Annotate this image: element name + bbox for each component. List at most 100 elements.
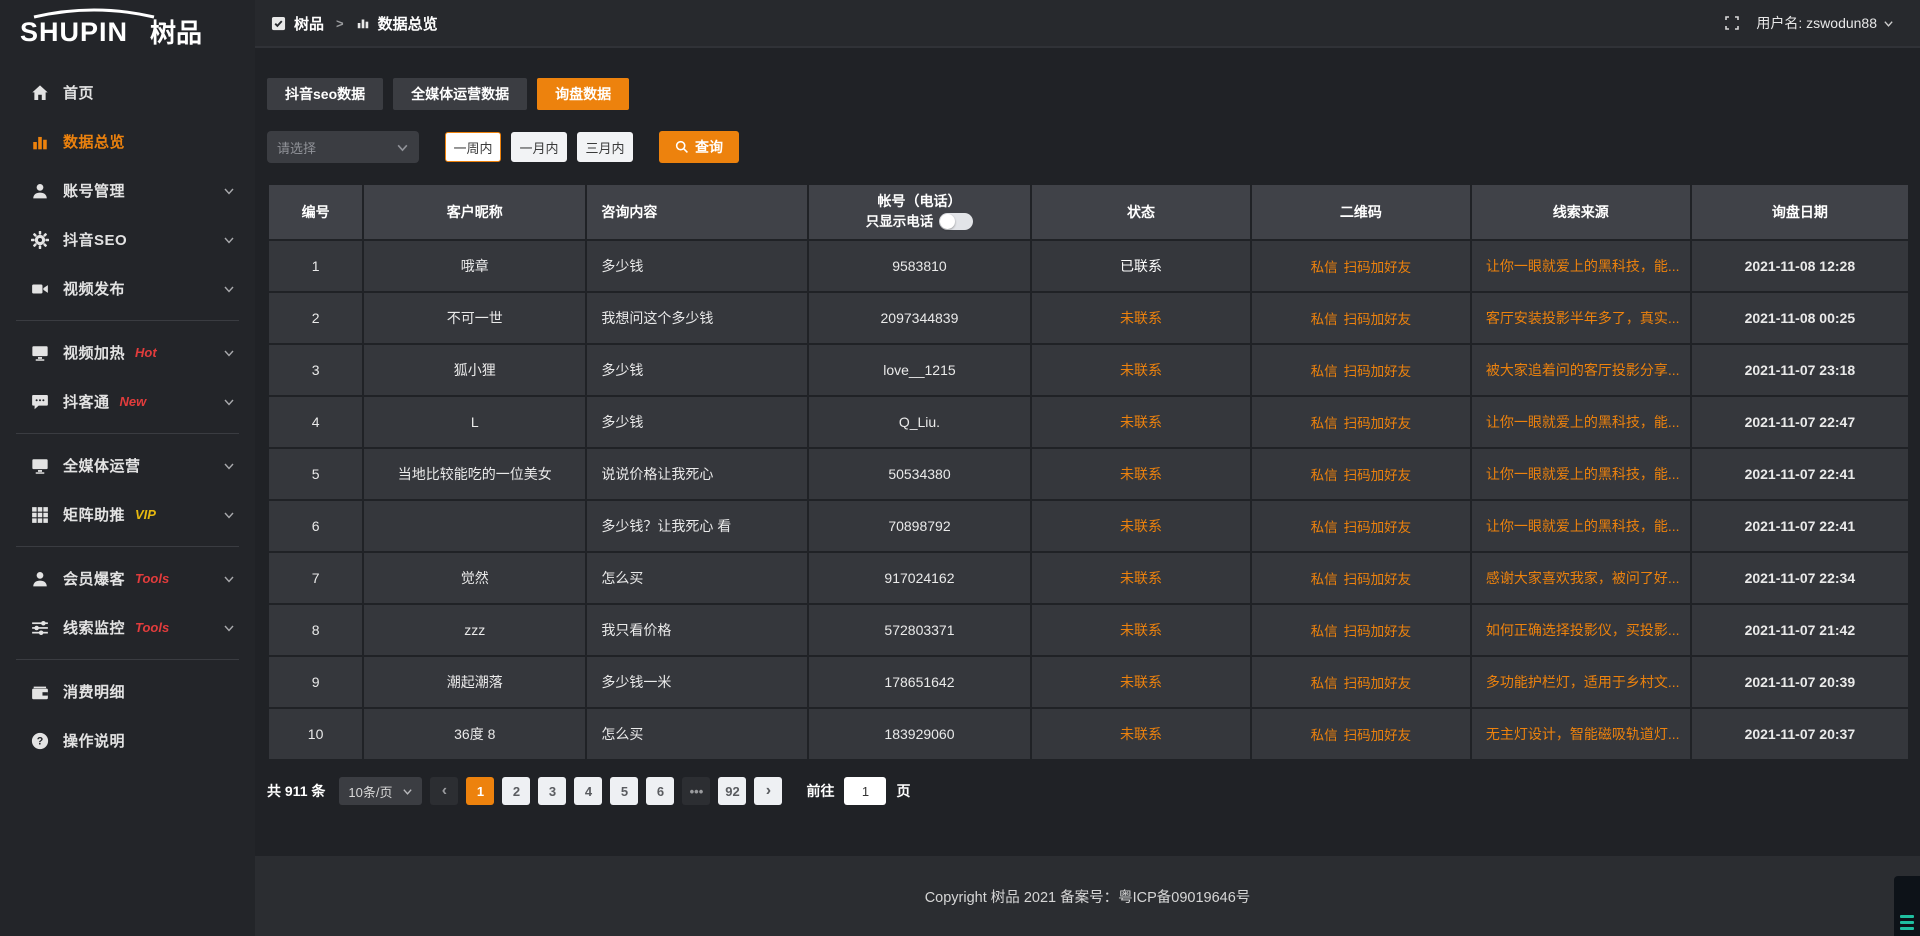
- table-header-row: 编号客户昵称咨询内容帐号（电话）只显示电话状态二维码线索来源询盘日期: [268, 184, 1909, 240]
- sidebar-item-account-management[interactable]: 账号管理: [0, 166, 255, 215]
- private-message-link[interactable]: 私信: [1311, 572, 1338, 587]
- sidebar-item-member-baoke[interactable]: 会员爆客Tools: [0, 554, 255, 603]
- page-button-5[interactable]: 5: [610, 777, 638, 805]
- clue-source-link[interactable]: 让你一眼就爱上的黑科技，能...: [1471, 240, 1691, 292]
- status-badge: 未联系: [1120, 518, 1162, 534]
- chevron-down-icon: [223, 509, 235, 521]
- next-page-button[interactable]: ›: [754, 777, 782, 805]
- row-number: 1: [268, 240, 363, 292]
- grid-icon: [30, 505, 49, 524]
- question-icon: ?: [30, 731, 49, 750]
- page-button-3[interactable]: 3: [538, 777, 566, 805]
- chat-widget[interactable]: [1894, 876, 1920, 936]
- chevron-down-icon: [223, 347, 235, 359]
- page-button-92[interactable]: 92: [718, 777, 746, 805]
- page-button-6[interactable]: 6: [646, 777, 674, 805]
- private-message-link[interactable]: 私信: [1311, 364, 1338, 379]
- inquiry-date: 2021-11-07 22:41: [1691, 500, 1909, 552]
- range-button-one-month[interactable]: 一月内: [511, 132, 567, 162]
- row-number: 8: [268, 604, 363, 656]
- breadcrumb-separator: >: [336, 16, 344, 31]
- status-cell: 未联系: [1031, 292, 1251, 344]
- private-message-link[interactable]: 私信: [1311, 728, 1338, 743]
- scan-add-friend-link[interactable]: 扫码加好友: [1344, 312, 1412, 327]
- customer-nickname: zzz: [363, 604, 586, 656]
- wallet-icon: [30, 682, 49, 701]
- filter-select[interactable]: 请选择: [267, 131, 419, 163]
- page-button-4[interactable]: 4: [574, 777, 602, 805]
- user2-icon: [30, 569, 49, 588]
- sidebar-item-clue-monitor[interactable]: 线索监控Tools: [0, 603, 255, 652]
- scan-add-friend-link[interactable]: 扫码加好友: [1344, 520, 1412, 535]
- private-message-link[interactable]: 私信: [1311, 676, 1338, 691]
- private-message-link[interactable]: 私信: [1311, 312, 1338, 327]
- goto-suffix: 页: [896, 781, 910, 801]
- chart-icon: [30, 132, 49, 151]
- tab-inquiry-data[interactable]: 询盘数据: [537, 78, 629, 110]
- customer-nickname: [363, 500, 586, 552]
- table-row: 5当地比较能吃的一位美女说说价格让我死心50534380未联系私信扫码加好友让你…: [268, 448, 1909, 500]
- badge-hot: Hot: [135, 345, 157, 360]
- clue-source-link[interactable]: 让你一眼就爱上的黑科技，能...: [1471, 448, 1691, 500]
- sidebar-item-douyin-seo[interactable]: 抖音SEO: [0, 215, 255, 264]
- sidebar: SHUPIN 树品 首页数据总览账号管理抖音SEO视频发布视频加热Hot抖客通N…: [0, 0, 255, 936]
- sidebar-item-media-operation[interactable]: 全媒体运营: [0, 441, 255, 490]
- sidebar-item-home[interactable]: 首页: [0, 68, 255, 117]
- sidebar-item-matrix-boost[interactable]: 矩阵助推VIP: [0, 490, 255, 539]
- customer-nickname: 潮起潮落: [363, 656, 586, 708]
- user-icon: [30, 181, 49, 200]
- sidebar-divider: [16, 546, 239, 547]
- goto-page-input[interactable]: [844, 777, 886, 805]
- scan-add-friend-link[interactable]: 扫码加好友: [1344, 468, 1412, 483]
- sidebar-item-video-publish[interactable]: 视频发布: [0, 264, 255, 313]
- scan-add-friend-link[interactable]: 扫码加好友: [1344, 728, 1412, 743]
- scan-add-friend-link[interactable]: 扫码加好友: [1344, 260, 1412, 275]
- tab-media-operation-data[interactable]: 全媒体运营数据: [393, 78, 527, 110]
- clue-source-link[interactable]: 让你一眼就爱上的黑科技，能...: [1471, 396, 1691, 448]
- private-message-link[interactable]: 私信: [1311, 260, 1338, 275]
- clue-source-link[interactable]: 让你一眼就爱上的黑科技，能...: [1471, 500, 1691, 552]
- tab-douyin-seo-data[interactable]: 抖音seo数据: [267, 78, 383, 110]
- sidebar-item-operation-guide[interactable]: ?操作说明: [0, 716, 255, 765]
- private-message-link[interactable]: 私信: [1311, 624, 1338, 639]
- fullscreen-icon[interactable]: [1724, 15, 1740, 31]
- range-button-three-month[interactable]: 三月内: [577, 132, 633, 162]
- range-button-one-week[interactable]: 一周内: [445, 132, 501, 162]
- clue-source-link[interactable]: 被大家追着问的客厅投影分享...: [1471, 344, 1691, 396]
- status-badge: 未联系: [1120, 362, 1162, 378]
- scan-add-friend-link[interactable]: 扫码加好友: [1344, 676, 1412, 691]
- app-root-icon: [271, 16, 286, 31]
- scan-add-friend-link[interactable]: 扫码加好友: [1344, 624, 1412, 639]
- sidebar-item-douketong[interactable]: 抖客通New: [0, 377, 255, 426]
- page-buttons: ‹ 123456 ••• 92 ›: [422, 777, 782, 805]
- clue-source-link[interactable]: 感谢大家喜欢我家，被问了好...: [1471, 552, 1691, 604]
- page-button-1[interactable]: 1: [466, 777, 494, 805]
- account-phone: 70898792: [808, 500, 1031, 552]
- user-menu[interactable]: 用户名: zswodun88: [1756, 13, 1894, 33]
- clue-source-link[interactable]: 多功能护栏灯，适用于乡村文...: [1471, 656, 1691, 708]
- private-message-link[interactable]: 私信: [1311, 520, 1338, 535]
- sidebar-divider: [16, 659, 239, 660]
- private-message-link[interactable]: 私信: [1311, 468, 1338, 483]
- prev-page-button[interactable]: ‹: [430, 777, 458, 805]
- clue-source-link[interactable]: 如何正确选择投影仪，买投影...: [1471, 604, 1691, 656]
- bar-chart-icon: [356, 16, 370, 30]
- scan-add-friend-link[interactable]: 扫码加好友: [1344, 416, 1412, 431]
- sidebar-item-consumption-detail[interactable]: 消费明细: [0, 667, 255, 716]
- inquiry-content: 多少钱: [586, 240, 808, 292]
- clue-source-link[interactable]: 无主灯设计，智能磁吸轨道灯...: [1471, 708, 1691, 760]
- scan-add-friend-link[interactable]: 扫码加好友: [1344, 572, 1412, 587]
- page-button-2[interactable]: 2: [502, 777, 530, 805]
- inquiry-date: 2021-11-08 00:25: [1691, 292, 1909, 344]
- scan-add-friend-link[interactable]: 扫码加好友: [1344, 364, 1412, 379]
- page-size-select[interactable]: 10条/页: [339, 777, 422, 805]
- private-message-link[interactable]: 私信: [1311, 416, 1338, 431]
- sidebar-item-video-heat[interactable]: 视频加热Hot: [0, 328, 255, 377]
- page-ellipsis[interactable]: •••: [682, 777, 710, 805]
- sidebar-item-data-overview[interactable]: 数据总览: [0, 117, 255, 166]
- query-button[interactable]: 查询: [659, 131, 739, 163]
- phone-only-toggle[interactable]: [939, 213, 973, 230]
- breadcrumb-root[interactable]: 树品: [294, 13, 324, 34]
- badge-tools: Tools: [135, 620, 169, 635]
- clue-source-link[interactable]: 客厅安装投影半年多了，真实...: [1471, 292, 1691, 344]
